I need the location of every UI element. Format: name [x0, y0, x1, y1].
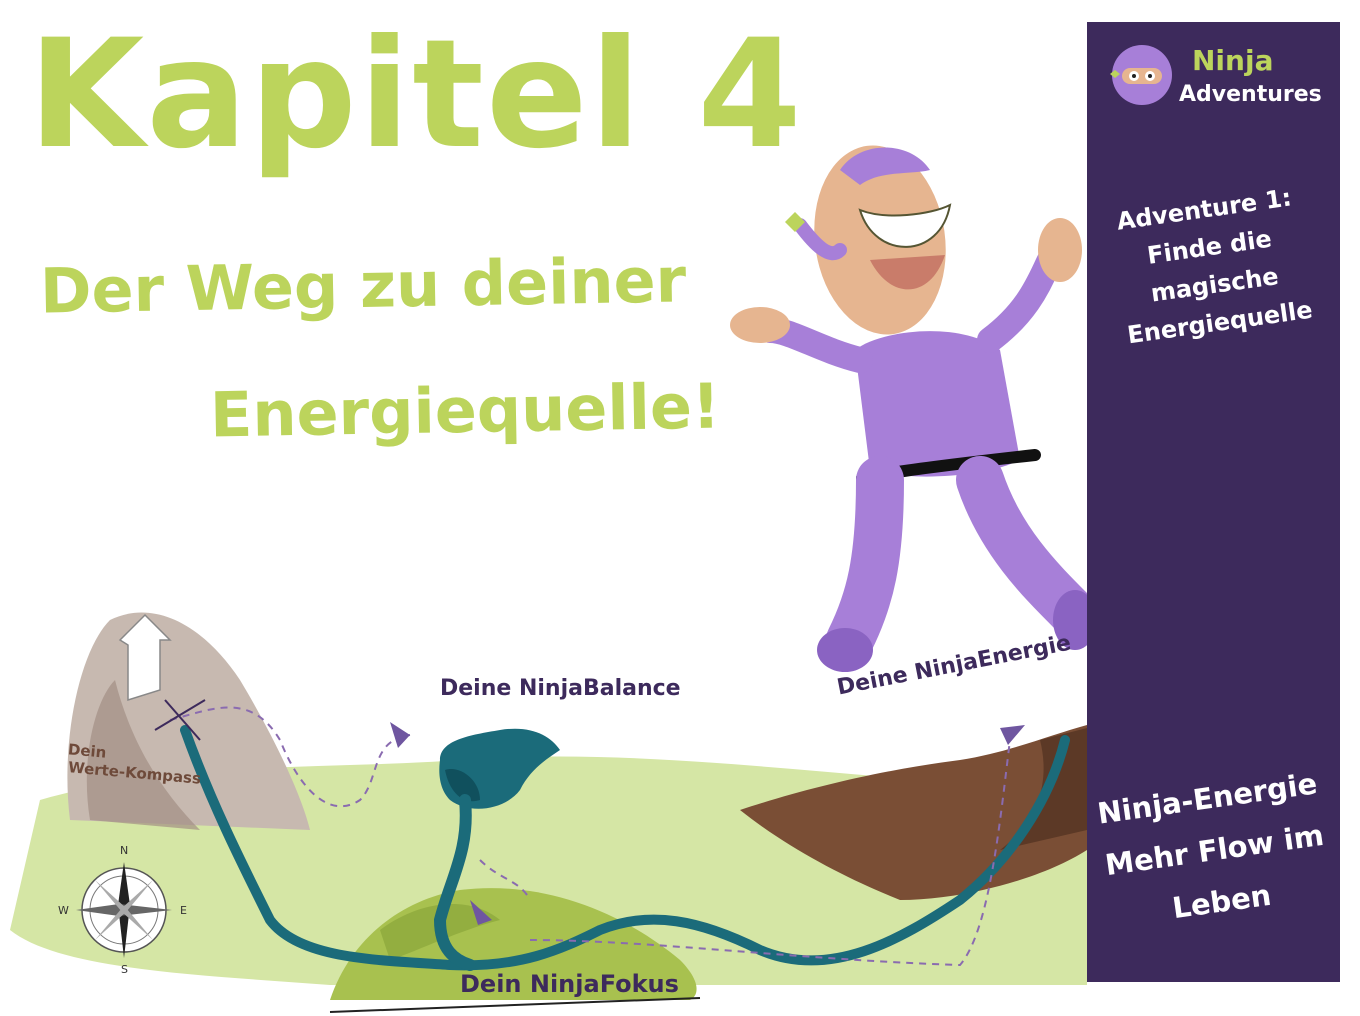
arrow-icon — [1000, 725, 1025, 745]
ninja-character — [730, 145, 1097, 672]
chapter-title: Kapitel 4 — [28, 8, 804, 182]
logo-text-adventures: Adventures — [1179, 82, 1322, 107]
motto-text: Ninja-Energie Mehr Flow im Leben — [1095, 766, 1326, 926]
compass-south-label: S — [121, 963, 128, 976]
label-ninja-balance: Deine NinjaBalance — [440, 676, 681, 701]
arrow-icon — [390, 722, 410, 748]
ninja-logo-icon — [1110, 45, 1172, 105]
compass-west-label: W — [58, 904, 69, 917]
label-ninja-fokus: Dein NinjaFokus — [460, 970, 679, 998]
compass-north-label: N — [120, 844, 129, 857]
compass-east-label: E — [180, 904, 187, 917]
logo-text-ninja: Ninja — [1192, 44, 1274, 77]
chapter-subtitle-line1: Der Weg zu deiner — [39, 243, 687, 328]
chapter-subtitle-line2: Energiequelle! — [209, 369, 721, 452]
sidebar-panel: Ninja Adventures Adventure 1: Finde die … — [1087, 22, 1340, 982]
adventure-description: Adventure 1: Finde die magische Energieq… — [1114, 183, 1315, 350]
